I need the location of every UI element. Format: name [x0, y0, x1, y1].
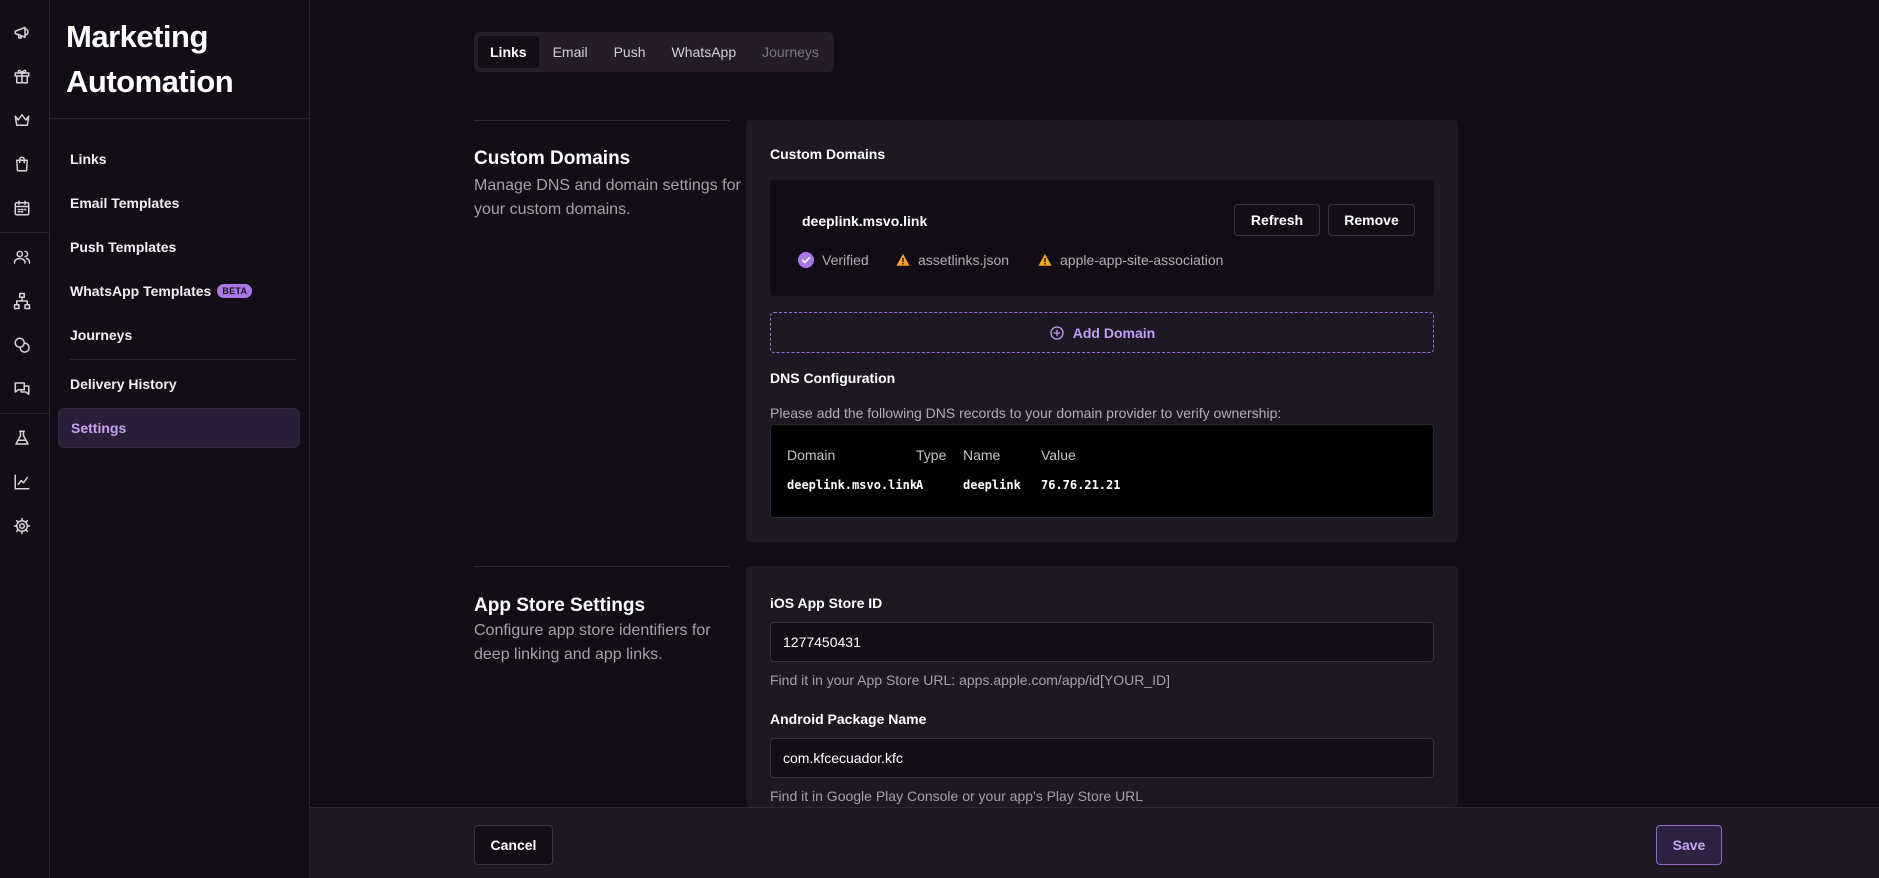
status-label: apple-app-site-association	[1060, 252, 1224, 268]
custom-domains-card: Custom Domains deeplink.msvo.link Refres…	[746, 120, 1458, 542]
dns-cell-value: 76.76.21.21	[1041, 478, 1121, 492]
ios-app-store-id-label: iOS App Store ID	[770, 595, 883, 611]
dns-cell-type: A	[916, 478, 924, 492]
coins-icon[interactable]	[10, 333, 34, 357]
tab-whatsapp[interactable]: WhatsApp	[660, 36, 749, 68]
warning-icon	[896, 253, 910, 266]
status-label: assetlinks.json	[918, 252, 1010, 268]
check-circle-icon	[798, 252, 814, 268]
column-header-domain: Domain	[787, 447, 836, 463]
crown-icon[interactable]	[10, 108, 34, 132]
dns-configuration-title: DNS Configuration	[770, 370, 896, 386]
refresh-button[interactable]: Refresh	[1234, 204, 1320, 236]
section-divider	[474, 120, 730, 121]
ios-app-store-id-hint: Find it in your App Store URL: apps.appl…	[770, 672, 1170, 688]
flask-icon[interactable]	[10, 426, 34, 450]
users-icon[interactable]	[10, 245, 34, 269]
sidebar-item-delivery-history[interactable]: Delivery History	[58, 364, 300, 404]
custom-domains-title: Custom Domains	[474, 148, 631, 169]
dns-cell-name: deeplink	[963, 478, 1021, 492]
domain-name: deeplink.msvo.link	[802, 213, 928, 229]
sidebar-item-journeys[interactable]: Journeys	[58, 315, 300, 355]
beta-badge: BETA	[217, 284, 253, 298]
app-store-settings-description: Configure app store identifiers for deep…	[474, 622, 711, 663]
status-apple-app-site-association: apple-app-site-association	[1038, 252, 1223, 268]
hierarchy-icon[interactable]	[10, 289, 34, 313]
gear-icon[interactable]	[10, 514, 34, 538]
messages-icon[interactable]	[10, 377, 34, 401]
column-header-value: Value	[1041, 447, 1076, 463]
sidebar-item-settings[interactable]: Settings	[58, 408, 300, 448]
dns-help-text: Please add the following DNS records to …	[770, 405, 1282, 421]
dns-records-table: Domain Type Name Value deeplink.msvo.lin…	[770, 424, 1434, 518]
save-button[interactable]: Save	[1656, 825, 1722, 865]
sidebar-item-label: Settings	[71, 420, 127, 436]
android-package-name-hint: Find it in Google Play Console or your a…	[770, 788, 1144, 804]
sidebar-item-label: WhatsApp Templates	[70, 283, 212, 299]
sidebar-item-label: Delivery History	[70, 376, 177, 392]
rail-divider	[0, 232, 50, 233]
sidebar-divider	[70, 359, 295, 360]
icon-rail	[0, 0, 50, 878]
sidebar-item-push-templates[interactable]: Push Templates	[58, 227, 300, 267]
column-header-name: Name	[963, 447, 1001, 463]
tab-links[interactable]: Links	[478, 36, 539, 68]
plus-circle-icon	[1050, 325, 1064, 340]
domain-item: deeplink.msvo.link Refresh Remove Verifi…	[770, 180, 1434, 296]
sidebar: Marketing Automation Links Email Templat…	[50, 0, 310, 878]
shopping-bag-icon[interactable]	[10, 152, 34, 176]
warning-icon	[1038, 253, 1052, 266]
sidebar-item-label: Links	[70, 151, 107, 167]
tab-push[interactable]: Push	[602, 36, 658, 68]
chart-line-icon[interactable]	[10, 470, 34, 494]
footer-bar: Cancel Save	[310, 807, 1879, 878]
remove-button[interactable]: Remove	[1328, 204, 1415, 236]
android-package-name-input[interactable]: com.kfcecuador.kfc	[770, 738, 1434, 778]
sidebar-divider	[50, 118, 310, 119]
status-label: Verified	[822, 252, 869, 268]
rail-divider	[0, 413, 50, 414]
status-assetlinks: assetlinks.json	[896, 252, 1009, 268]
megaphone-icon[interactable]	[10, 20, 34, 44]
custom-domains-card-label: Custom Domains	[770, 146, 886, 162]
sidebar-item-links[interactable]: Links	[58, 139, 300, 179]
ios-app-store-id-input[interactable]: 1277450431	[770, 622, 1434, 662]
sidebar-item-whatsapp-templates[interactable]: WhatsApp Templates BETA	[58, 271, 300, 311]
add-domain-button[interactable]: Add Domain	[770, 312, 1434, 353]
column-header-type: Type	[916, 447, 947, 463]
app-title: Marketing Automation	[66, 19, 234, 99]
app-store-settings-title: App Store Settings	[474, 595, 646, 616]
gift-icon[interactable]	[10, 64, 34, 88]
section-divider	[474, 566, 730, 567]
status-verified: Verified	[798, 252, 869, 268]
dns-cell-domain: deeplink.msvo.link	[787, 478, 918, 492]
tab-journeys: Journeys	[762, 44, 819, 60]
settings-tabs: Links Email Push WhatsApp Journeys	[474, 32, 834, 72]
sidebar-item-label: Journeys	[70, 327, 133, 343]
sidebar-item-label: Email Templates	[70, 195, 180, 211]
app-store-card: iOS App Store ID 1277450431 Find it in y…	[746, 566, 1458, 807]
tab-email[interactable]: Email	[541, 36, 600, 68]
calendar-icon[interactable]	[10, 196, 34, 220]
add-domain-label: Add Domain	[1072, 324, 1156, 341]
sidebar-item-email-templates[interactable]: Email Templates	[58, 183, 300, 223]
custom-domains-description: Manage DNS and domain settings for your …	[474, 177, 741, 218]
android-package-name-label: Android Package Name	[770, 711, 927, 727]
sidebar-item-label: Push Templates	[70, 239, 177, 255]
cancel-button[interactable]: Cancel	[474, 825, 553, 865]
